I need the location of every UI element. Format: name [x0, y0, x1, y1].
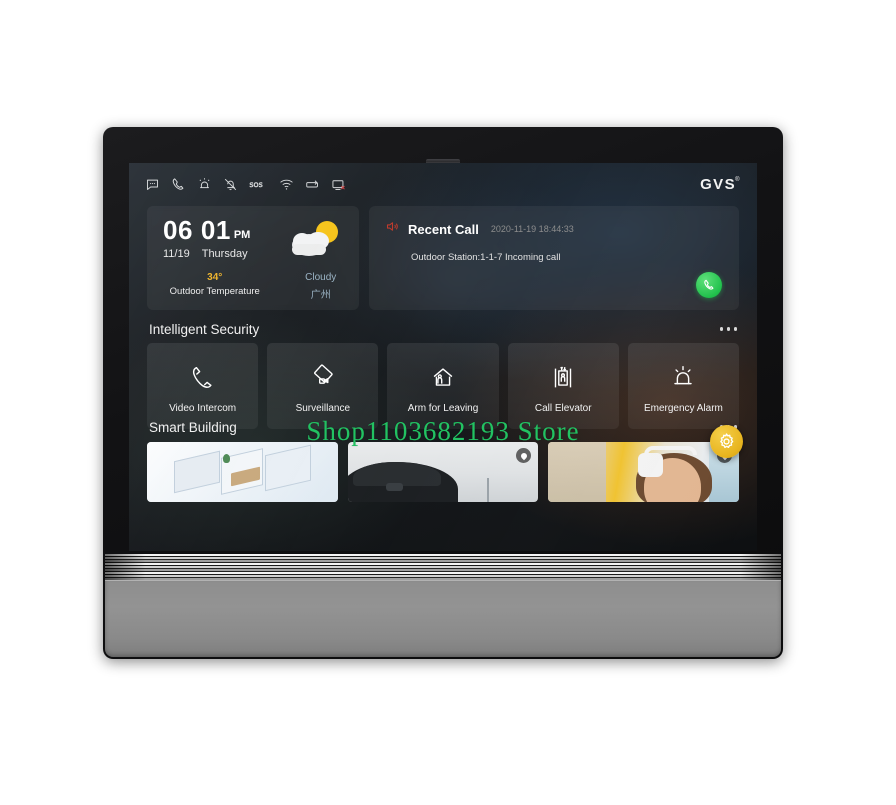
screenshot-root: SOS GVS ® 06 01 PM 11/19 Thursday 34° Ou… — [0, 0, 896, 805]
smart-building-thumbnails — [147, 442, 740, 502]
parking-camera-artwork — [347, 442, 539, 502]
sun-behind-cloud-icon — [287, 218, 345, 262]
device-screen: SOS GVS ® 06 01 PM 11/19 Thursday 34° Ou… — [129, 163, 757, 551]
weekday-value: Thursday — [201, 247, 248, 260]
weather-clock-card[interactable]: 06 01 PM 11/19 Thursday 34° Outdoor Temp… — [147, 206, 359, 310]
status-bar: SOS GVS ® — [145, 171, 741, 197]
wifi-icon[interactable] — [279, 177, 294, 192]
svg-text:SOS: SOS — [250, 182, 263, 189]
indoor-monitor-device: SOS GVS ® 06 01 PM 11/19 Thursday 34° Ou… — [103, 127, 783, 659]
recent-call-detail: Outdoor Station:1-1-7 Incoming call — [411, 252, 561, 263]
gear-icon — [720, 433, 734, 449]
grille-stripes — [105, 554, 781, 582]
section-header-smart-building: Smart Building — [149, 417, 737, 437]
sos-icon[interactable]: SOS — [249, 177, 268, 192]
tile-label: Video Intercom — [169, 403, 237, 414]
clock-minute: 01 — [200, 215, 231, 245]
bell-muted-icon[interactable] — [223, 177, 238, 192]
recent-call-header: Recent Call 2020-11-19 18:44:33 — [385, 219, 739, 239]
section-title: Intelligent Security — [149, 321, 260, 337]
tile-label: Emergency Alarm — [643, 403, 723, 414]
home-shield-icon — [428, 358, 458, 398]
person-headphones-artwork — [548, 442, 740, 502]
gvs-logo: GVS ® — [700, 175, 741, 193]
handset-icon — [188, 358, 218, 398]
settings-fab-button[interactable] — [710, 425, 743, 458]
alarm-siren-icon[interactable] — [197, 177, 212, 192]
city-value: 广州 — [310, 290, 331, 301]
clock-ampm: PM — [233, 228, 251, 241]
phone-icon[interactable] — [171, 177, 186, 192]
camera-icon — [308, 358, 338, 398]
speaker-icon — [385, 219, 400, 239]
more-options-icon[interactable] — [719, 327, 737, 331]
floor-plan-artwork — [147, 442, 338, 502]
parking-camera-thumbnail[interactable] — [347, 442, 539, 502]
status-icon-group: SOS — [145, 177, 348, 192]
tile-label: Surveillance — [295, 403, 351, 414]
temperature-block: 34° Outdoor Temperature — [170, 272, 260, 301]
grille-panel — [105, 580, 781, 657]
bottom-speaker-grille — [103, 554, 783, 659]
condition-value: Cloudy — [305, 272, 337, 283]
trademark-mark: ® — [735, 176, 741, 183]
tile-label: Arm for Leaving — [407, 403, 479, 414]
condition-block: Cloudy 广州 — [305, 272, 336, 301]
recent-call-card[interactable]: Recent Call 2020-11-19 18:44:33 Outdoor … — [369, 206, 739, 310]
floor-plan-thumbnail[interactable] — [147, 442, 338, 502]
person-headphones-thumbnail[interactable] — [548, 442, 740, 502]
do-not-disturb-icon[interactable] — [305, 177, 320, 192]
clock-hour: 06 — [163, 215, 193, 245]
date-value: 11/19 — [163, 247, 190, 260]
temperature-value: 34° — [207, 272, 223, 283]
siren-icon — [668, 358, 698, 398]
tile-label: Call Elevator — [534, 403, 592, 414]
weather-summary: 34° Outdoor Temperature Cloudy 广州 — [147, 272, 359, 301]
section-header-intelligent-security: Intelligent Security — [149, 319, 737, 339]
recent-call-timestamp: 2020-11-19 18:44:33 — [490, 224, 574, 234]
temperature-label: Outdoor Temperature — [169, 286, 260, 297]
monitor-disconnected-icon[interactable] — [331, 177, 348, 192]
top-cards-row: 06 01 PM 11/19 Thursday 34° Outdoor Temp… — [147, 206, 739, 310]
recent-call-title: Recent Call — [408, 221, 479, 237]
elevator-icon — [548, 358, 578, 398]
phone-callback-icon[interactable] — [696, 272, 722, 298]
message-icon[interactable] — [145, 177, 160, 192]
section-title: Smart Building — [149, 419, 237, 435]
